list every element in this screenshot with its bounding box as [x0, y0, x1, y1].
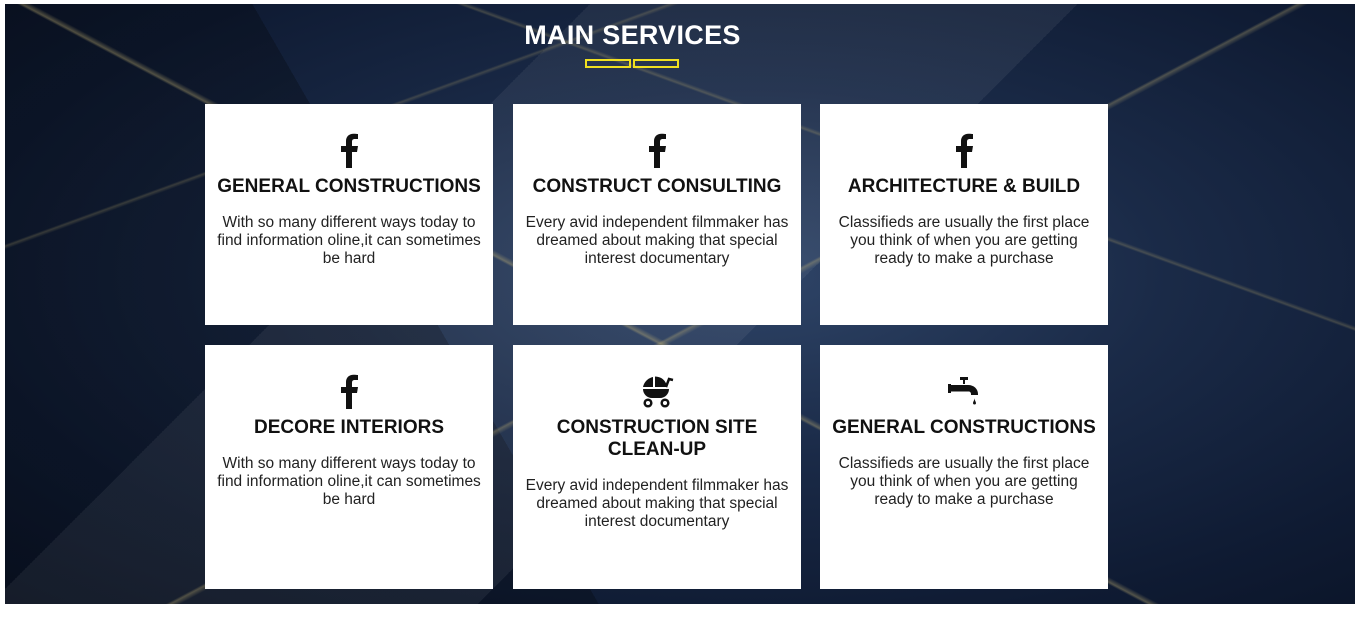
facebook-icon[interactable]: [513, 132, 801, 168]
card-text: Classifieds are usually the first place …: [838, 455, 1090, 508]
faucet-icon[interactable]: [820, 373, 1108, 409]
service-card: CONSTRUCT CONSULTING Every avid independ…: [513, 104, 801, 325]
card-text: With so many different ways today to fin…: [217, 214, 481, 267]
card-title: DECORE INTERIORS: [253, 417, 445, 438]
card-text: Every avid independent filmmaker has dre…: [525, 214, 789, 267]
services-section: MAIN SERVICES GENERAL CONSTRUCTIONS With…: [5, 4, 1355, 604]
facebook-icon[interactable]: [820, 132, 1108, 168]
card-title: CONSTRUCTION SITE CLEAN-UP: [556, 417, 758, 460]
card-text: With so many different ways today to fin…: [217, 455, 481, 508]
card-text: Classifieds are usually the first place …: [838, 214, 1090, 267]
service-card: CONSTRUCTION SITE CLEAN-UP Every avid in…: [513, 345, 801, 589]
card-text: Every avid independent filmmaker has dre…: [525, 477, 789, 530]
card-title: GENERAL CONSTRUCTIONS: [217, 176, 481, 197]
baby-carriage-icon[interactable]: [513, 373, 801, 409]
card-title: GENERAL CONSTRUCTIONS: [832, 417, 1096, 438]
service-card: GENERAL CONSTRUCTIONS With so many diffe…: [205, 104, 493, 325]
service-card: GENERAL CONSTRUCTIONS Classifieds are us…: [820, 345, 1108, 589]
service-card: ARCHITECTURE & BUILD Classifieds are usu…: [820, 104, 1108, 325]
facebook-icon[interactable]: [205, 373, 493, 409]
card-title: ARCHITECTURE & BUILD: [847, 176, 1081, 197]
service-card: DECORE INTERIORS With so many different …: [205, 345, 493, 589]
card-title: CONSTRUCT CONSULTING: [532, 176, 782, 197]
section-title: MAIN SERVICES: [524, 20, 741, 50]
title-underline: [585, 59, 679, 68]
underline-bar-right: [633, 59, 679, 68]
facebook-icon[interactable]: [205, 132, 493, 168]
underline-bar-left: [585, 59, 631, 68]
